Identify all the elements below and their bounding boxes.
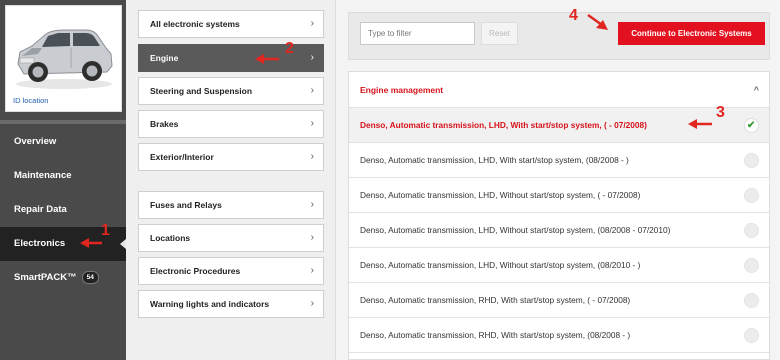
list-item-label: Denso, Automatic transmission, RHD, With…	[360, 330, 631, 340]
sidebar-item-label: Overview	[14, 136, 57, 147]
list-header-engine-management[interactable]: Engine management ^	[349, 72, 769, 108]
sidebar-item-label: SmartPACK™	[14, 272, 77, 283]
filter-input[interactable]	[360, 22, 475, 45]
collapse-chevron-icon[interactable]: ^	[754, 72, 759, 108]
category-locations[interactable]: Locations ›	[138, 224, 324, 252]
sidebar-item-overview[interactable]: Overview	[0, 125, 126, 159]
category-all-electronic-systems[interactable]: All electronic systems ›	[138, 10, 324, 38]
chevron-right-icon: ›	[310, 118, 314, 129]
category-label: Steering and Suspension	[150, 86, 253, 96]
category-steering-suspension[interactable]: Steering and Suspension ›	[138, 77, 324, 105]
category-brakes[interactable]: Brakes ›	[138, 110, 324, 138]
list-item-label: Denso, Automatic transmission, LHD, With…	[360, 190, 641, 200]
chevron-right-icon: ›	[310, 85, 314, 96]
category-label: Engine	[150, 53, 179, 63]
list-item[interactable]: Denso, Automatic transmission, LHD, With…	[349, 213, 769, 248]
chevron-right-icon: ›	[310, 52, 314, 63]
id-location-link[interactable]: ID location	[13, 96, 48, 105]
category-electronic-procedures[interactable]: Electronic Procedures ›	[138, 257, 324, 285]
sidebar-item-maintenance[interactable]: Maintenance	[0, 159, 126, 193]
sidebar-item-label: Electronics	[14, 238, 66, 249]
results-panel: Reset Continue to Electronic Systems Eng…	[335, 0, 780, 360]
callout-arrow-icon	[80, 238, 102, 248]
list-item[interactable]: Denso, Automatic transmission, LHD, With…	[349, 143, 769, 178]
radio-button[interactable]	[744, 328, 759, 343]
category-label: All electronic systems	[150, 19, 240, 29]
left-sidebar: ID location Overview Maintenance Repair …	[0, 0, 126, 360]
list-header-label: Engine management	[360, 85, 444, 95]
sidebar-item-label: Maintenance	[14, 170, 72, 181]
vehicle-card[interactable]: ID location	[5, 5, 122, 112]
radio-button[interactable]	[744, 188, 759, 203]
list-item-label: Denso, Automatic transmission, LHD, With…	[360, 260, 641, 270]
sidebar-nav: Overview Maintenance Repair Data Electro…	[0, 125, 126, 295]
callout-arrow-icon	[587, 13, 608, 30]
category-engine[interactable]: Engine ›	[138, 44, 324, 72]
sidebar-item-label: Repair Data	[14, 204, 67, 215]
list-item[interactable]: Denso, Automatic transmission, RHD, With…	[349, 318, 769, 353]
callout-arrow-icon	[255, 54, 279, 64]
callout-number-2: 2	[285, 40, 294, 57]
callout-arrow-icon	[688, 119, 712, 129]
smartpack-count-badge: 54	[81, 270, 99, 284]
chevron-right-icon: ›	[310, 199, 314, 210]
list-item[interactable]: Denso, Automatic transmission, RHD, With…	[349, 283, 769, 318]
category-label: Warning lights and indicators	[150, 299, 270, 309]
category-exterior-interior[interactable]: Exterior/Interior ›	[138, 143, 324, 171]
callout-number-3: 3	[716, 104, 725, 121]
category-label: Brakes	[150, 119, 179, 129]
category-label: Electronic Procedures	[150, 266, 241, 276]
radio-button[interactable]	[744, 258, 759, 273]
category-column: All electronic systems › Engine › Steering…	[126, 0, 335, 360]
radio-button[interactable]	[744, 293, 759, 308]
checkmark-icon[interactable]	[744, 109, 759, 143]
nav-divider	[0, 120, 126, 124]
list-item-label: Denso, Automatic transmission, LHD, With…	[360, 155, 629, 165]
list-item[interactable]: Denso, Automatic transmission, LHD, With…	[349, 178, 769, 213]
vehicle-image	[16, 29, 113, 89]
category-label: Exterior/Interior	[150, 152, 214, 162]
radio-button[interactable]	[744, 223, 759, 238]
chevron-right-icon: ›	[310, 232, 314, 243]
list-item-label: Denso, Automatic transmission, RHD, With…	[360, 295, 631, 305]
category-label: Fuses and Relays	[150, 200, 222, 210]
chevron-right-icon: ›	[310, 265, 314, 276]
callout-number-4: 4	[569, 7, 578, 24]
list-item-label: Denso, Automatic transmission, LHD, With…	[360, 225, 671, 235]
reset-button[interactable]: Reset	[481, 22, 518, 45]
chevron-right-icon: ›	[310, 151, 314, 162]
radio-button[interactable]	[744, 153, 759, 168]
category-label: Locations	[150, 233, 191, 243]
chevron-right-icon: ›	[310, 298, 314, 309]
sidebar-item-smartpack[interactable]: SmartPACK™ 54	[0, 261, 126, 295]
category-fuses-relays[interactable]: Fuses and Relays ›	[138, 191, 324, 219]
continue-button[interactable]: Continue to Electronic Systems	[618, 22, 765, 45]
list-item[interactable]: Denso, Automatic transmission, LHD, With…	[349, 248, 769, 283]
category-warning-lights[interactable]: Warning lights and indicators ›	[138, 290, 324, 318]
chevron-right-icon: ›	[310, 18, 314, 29]
system-list: Engine management ^ Denso, Automatic tra…	[348, 71, 770, 360]
list-item-label: Denso, Automatic transmission, LHD, With…	[360, 120, 647, 130]
